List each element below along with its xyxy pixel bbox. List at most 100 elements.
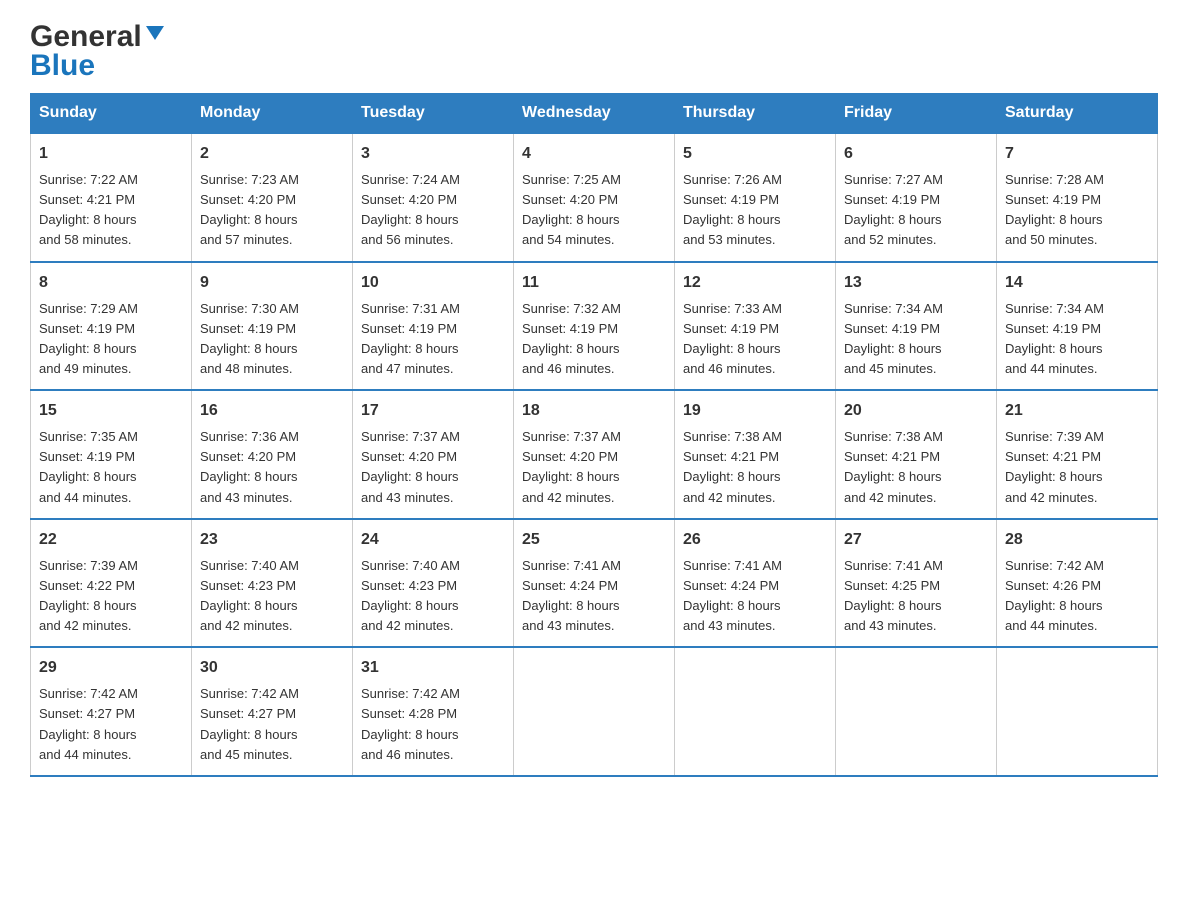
- calendar-cell: 16 Sunrise: 7:36 AM Sunset: 4:20 PM Dayl…: [192, 390, 353, 519]
- day-info: Sunrise: 7:42 AM Sunset: 4:28 PM Dayligh…: [361, 684, 505, 765]
- day-number: 25: [522, 528, 666, 552]
- day-info: Sunrise: 7:28 AM Sunset: 4:19 PM Dayligh…: [1005, 170, 1149, 251]
- calendar-cell: 31 Sunrise: 7:42 AM Sunset: 4:28 PM Dayl…: [353, 647, 514, 776]
- header-tuesday: Tuesday: [353, 94, 514, 134]
- day-info: Sunrise: 7:41 AM Sunset: 4:24 PM Dayligh…: [522, 556, 666, 637]
- day-info: Sunrise: 7:24 AM Sunset: 4:20 PM Dayligh…: [361, 170, 505, 251]
- calendar-cell: 3 Sunrise: 7:24 AM Sunset: 4:20 PM Dayli…: [353, 133, 514, 262]
- day-info: Sunrise: 7:34 AM Sunset: 4:19 PM Dayligh…: [1005, 299, 1149, 380]
- header-thursday: Thursday: [675, 94, 836, 134]
- calendar-cell: 15 Sunrise: 7:35 AM Sunset: 4:19 PM Dayl…: [31, 390, 192, 519]
- calendar-cell: [836, 647, 997, 776]
- day-number: 24: [361, 528, 505, 552]
- page-header: General Blue: [30, 20, 1158, 83]
- day-number: 18: [522, 399, 666, 423]
- day-info: Sunrise: 7:40 AM Sunset: 4:23 PM Dayligh…: [200, 556, 344, 637]
- day-info: Sunrise: 7:31 AM Sunset: 4:19 PM Dayligh…: [361, 299, 505, 380]
- day-info: Sunrise: 7:32 AM Sunset: 4:19 PM Dayligh…: [522, 299, 666, 380]
- day-info: Sunrise: 7:41 AM Sunset: 4:25 PM Dayligh…: [844, 556, 988, 637]
- calendar-cell: 8 Sunrise: 7:29 AM Sunset: 4:19 PM Dayli…: [31, 262, 192, 391]
- day-number: 4: [522, 142, 666, 166]
- day-number: 17: [361, 399, 505, 423]
- calendar-cell: 5 Sunrise: 7:26 AM Sunset: 4:19 PM Dayli…: [675, 133, 836, 262]
- day-number: 1: [39, 142, 183, 166]
- day-info: Sunrise: 7:39 AM Sunset: 4:21 PM Dayligh…: [1005, 427, 1149, 508]
- calendar-week-row: 15 Sunrise: 7:35 AM Sunset: 4:19 PM Dayl…: [31, 390, 1158, 519]
- calendar-cell: [997, 647, 1158, 776]
- day-info: Sunrise: 7:38 AM Sunset: 4:21 PM Dayligh…: [844, 427, 988, 508]
- calendar-cell: 28 Sunrise: 7:42 AM Sunset: 4:26 PM Dayl…: [997, 519, 1158, 648]
- logo-blue-text: Blue: [30, 49, 95, 83]
- day-info: Sunrise: 7:35 AM Sunset: 4:19 PM Dayligh…: [39, 427, 183, 508]
- calendar-cell: 24 Sunrise: 7:40 AM Sunset: 4:23 PM Dayl…: [353, 519, 514, 648]
- day-number: 26: [683, 528, 827, 552]
- day-number: 8: [39, 271, 183, 295]
- calendar-cell: 11 Sunrise: 7:32 AM Sunset: 4:19 PM Dayl…: [514, 262, 675, 391]
- calendar-cell: 29 Sunrise: 7:42 AM Sunset: 4:27 PM Dayl…: [31, 647, 192, 776]
- day-number: 2: [200, 142, 344, 166]
- logo-arrow-icon: [144, 22, 166, 49]
- day-number: 21: [1005, 399, 1149, 423]
- day-info: Sunrise: 7:42 AM Sunset: 4:27 PM Dayligh…: [200, 684, 344, 765]
- calendar-cell: [675, 647, 836, 776]
- day-number: 13: [844, 271, 988, 295]
- day-info: Sunrise: 7:29 AM Sunset: 4:19 PM Dayligh…: [39, 299, 183, 380]
- day-number: 10: [361, 271, 505, 295]
- day-number: 15: [39, 399, 183, 423]
- calendar-cell: 26 Sunrise: 7:41 AM Sunset: 4:24 PM Dayl…: [675, 519, 836, 648]
- day-number: 7: [1005, 142, 1149, 166]
- calendar-cell: 9 Sunrise: 7:30 AM Sunset: 4:19 PM Dayli…: [192, 262, 353, 391]
- calendar-cell: 14 Sunrise: 7:34 AM Sunset: 4:19 PM Dayl…: [997, 262, 1158, 391]
- calendar-cell: 22 Sunrise: 7:39 AM Sunset: 4:22 PM Dayl…: [31, 519, 192, 648]
- day-info: Sunrise: 7:33 AM Sunset: 4:19 PM Dayligh…: [683, 299, 827, 380]
- header-friday: Friday: [836, 94, 997, 134]
- day-info: Sunrise: 7:30 AM Sunset: 4:19 PM Dayligh…: [200, 299, 344, 380]
- day-number: 19: [683, 399, 827, 423]
- day-info: Sunrise: 7:34 AM Sunset: 4:19 PM Dayligh…: [844, 299, 988, 380]
- day-number: 14: [1005, 271, 1149, 295]
- calendar-cell: 2 Sunrise: 7:23 AM Sunset: 4:20 PM Dayli…: [192, 133, 353, 262]
- calendar-cell: 10 Sunrise: 7:31 AM Sunset: 4:19 PM Dayl…: [353, 262, 514, 391]
- calendar-cell: 18 Sunrise: 7:37 AM Sunset: 4:20 PM Dayl…: [514, 390, 675, 519]
- day-info: Sunrise: 7:26 AM Sunset: 4:19 PM Dayligh…: [683, 170, 827, 251]
- day-info: Sunrise: 7:41 AM Sunset: 4:24 PM Dayligh…: [683, 556, 827, 637]
- header-monday: Monday: [192, 94, 353, 134]
- calendar-cell: 1 Sunrise: 7:22 AM Sunset: 4:21 PM Dayli…: [31, 133, 192, 262]
- day-info: Sunrise: 7:38 AM Sunset: 4:21 PM Dayligh…: [683, 427, 827, 508]
- day-number: 22: [39, 528, 183, 552]
- day-number: 30: [200, 656, 344, 680]
- day-info: Sunrise: 7:22 AM Sunset: 4:21 PM Dayligh…: [39, 170, 183, 251]
- calendar-cell: 23 Sunrise: 7:40 AM Sunset: 4:23 PM Dayl…: [192, 519, 353, 648]
- day-number: 9: [200, 271, 344, 295]
- logo: General Blue: [30, 20, 166, 83]
- day-info: Sunrise: 7:39 AM Sunset: 4:22 PM Dayligh…: [39, 556, 183, 637]
- day-info: Sunrise: 7:42 AM Sunset: 4:27 PM Dayligh…: [39, 684, 183, 765]
- calendar-cell: 7 Sunrise: 7:28 AM Sunset: 4:19 PM Dayli…: [997, 133, 1158, 262]
- day-info: Sunrise: 7:27 AM Sunset: 4:19 PM Dayligh…: [844, 170, 988, 251]
- header-sunday: Sunday: [31, 94, 192, 134]
- day-number: 23: [200, 528, 344, 552]
- day-number: 31: [361, 656, 505, 680]
- day-info: Sunrise: 7:36 AM Sunset: 4:20 PM Dayligh…: [200, 427, 344, 508]
- calendar-cell: 27 Sunrise: 7:41 AM Sunset: 4:25 PM Dayl…: [836, 519, 997, 648]
- calendar-cell: 21 Sunrise: 7:39 AM Sunset: 4:21 PM Dayl…: [997, 390, 1158, 519]
- calendar-cell: 17 Sunrise: 7:37 AM Sunset: 4:20 PM Dayl…: [353, 390, 514, 519]
- day-info: Sunrise: 7:40 AM Sunset: 4:23 PM Dayligh…: [361, 556, 505, 637]
- calendar-table: SundayMondayTuesdayWednesdayThursdayFrid…: [30, 93, 1158, 777]
- calendar-cell: 13 Sunrise: 7:34 AM Sunset: 4:19 PM Dayl…: [836, 262, 997, 391]
- calendar-week-row: 8 Sunrise: 7:29 AM Sunset: 4:19 PM Dayli…: [31, 262, 1158, 391]
- day-info: Sunrise: 7:25 AM Sunset: 4:20 PM Dayligh…: [522, 170, 666, 251]
- day-number: 5: [683, 142, 827, 166]
- day-number: 12: [683, 271, 827, 295]
- day-number: 6: [844, 142, 988, 166]
- calendar-cell: 20 Sunrise: 7:38 AM Sunset: 4:21 PM Dayl…: [836, 390, 997, 519]
- header-saturday: Saturday: [997, 94, 1158, 134]
- calendar-week-row: 22 Sunrise: 7:39 AM Sunset: 4:22 PM Dayl…: [31, 519, 1158, 648]
- day-number: 20: [844, 399, 988, 423]
- calendar-week-row: 1 Sunrise: 7:22 AM Sunset: 4:21 PM Dayli…: [31, 133, 1158, 262]
- calendar-cell: 30 Sunrise: 7:42 AM Sunset: 4:27 PM Dayl…: [192, 647, 353, 776]
- calendar-cell: 25 Sunrise: 7:41 AM Sunset: 4:24 PM Dayl…: [514, 519, 675, 648]
- day-number: 28: [1005, 528, 1149, 552]
- day-number: 29: [39, 656, 183, 680]
- day-number: 11: [522, 271, 666, 295]
